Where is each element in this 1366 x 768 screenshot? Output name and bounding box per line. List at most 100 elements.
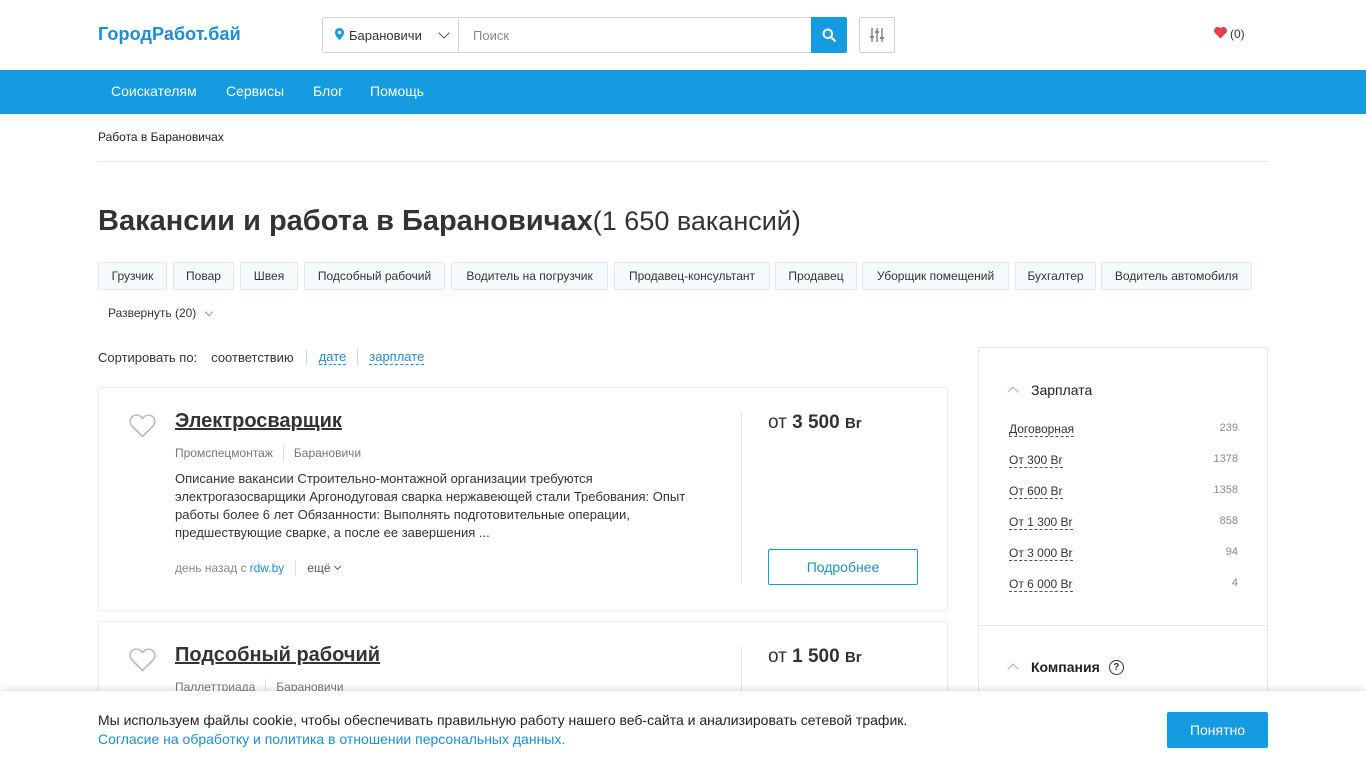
salary-filter-title: Зарплата xyxy=(1031,382,1093,398)
help-icon[interactable]: ? xyxy=(1108,659,1124,675)
salary-filter-count: 239 xyxy=(1219,422,1238,434)
salary-filter-option: От 6 000 Br 4 xyxy=(1009,577,1238,592)
chevron-down-icon xyxy=(205,307,214,316)
tag-handyman[interactable]: Подсобный рабочий xyxy=(304,262,445,290)
chevron-down-icon xyxy=(333,562,341,571)
company-name: Промспецмонтаж xyxy=(175,446,273,460)
divider xyxy=(295,560,297,576)
site-logo[interactable]: ГородРабот.бай xyxy=(98,24,241,45)
vacancy-city: Барановичи xyxy=(293,446,362,460)
sort-by-date[interactable]: дате xyxy=(318,349,347,365)
search-button[interactable] xyxy=(811,17,847,53)
nav-item-seekers[interactable]: Соискателям xyxy=(111,83,197,99)
salary-filter-link[interactable]: От 1 300 Br xyxy=(1009,515,1073,530)
source-link[interactable]: rdw.by xyxy=(250,561,285,575)
favorites-count: (0) xyxy=(1230,27,1245,41)
vacancy-salary: от 1 500 Br xyxy=(768,646,862,668)
salary-value: 1 500 xyxy=(792,646,840,667)
tag-forklift-driver[interactable]: Водитель на погрузчик xyxy=(451,262,608,290)
salary-filter-count: 1358 xyxy=(1213,484,1238,496)
popular-tags: Грузчик Повар Швея Подсобный рабочий Вод… xyxy=(98,262,1268,290)
vacancy-count: (1 650 вакансий) xyxy=(592,206,801,236)
sort-by-salary[interactable]: зарплате xyxy=(369,349,425,365)
sort-label: Сортировать по: xyxy=(98,349,198,365)
chevron-down-icon xyxy=(438,27,450,39)
expand-tags-button[interactable]: Развернуть (20) xyxy=(108,306,214,320)
vacancy-title[interactable]: Подсобный рабочий xyxy=(175,644,380,667)
search-bar: Барановичи xyxy=(322,17,847,53)
cookie-text: Мы используем файлы cookie, чтобы обеспе… xyxy=(98,712,908,728)
divider xyxy=(282,445,284,461)
salary-filter-link[interactable]: От 3 000 Br xyxy=(1009,546,1073,561)
salary-filter-link[interactable]: Договорная xyxy=(1009,422,1075,437)
salary-filter-option: От 3 000 Br 94 xyxy=(1009,546,1238,561)
search-input[interactable] xyxy=(459,18,811,52)
salary-filter-link[interactable]: От 300 Br xyxy=(1009,453,1063,468)
tag-car-driver[interactable]: Водитель автомобиля xyxy=(1101,262,1252,290)
vacancy-title[interactable]: Электросварщик xyxy=(175,410,342,433)
tag-sales-consultant[interactable]: Продавец-консультант xyxy=(614,262,770,290)
vacancy-salary: от 3 500 Br xyxy=(768,412,862,434)
search-icon xyxy=(822,28,836,42)
salary-prefix: от xyxy=(768,412,787,433)
filters-button[interactable] xyxy=(859,17,895,53)
nav-item-blog[interactable]: Блог xyxy=(313,83,343,99)
tag-salesperson[interactable]: Продавец xyxy=(775,262,857,290)
main-nav: Соискателям Сервисы Блог Помощь xyxy=(0,70,1366,114)
salary-value: 3 500 xyxy=(792,412,840,433)
salary-currency: Br xyxy=(844,415,862,432)
posted-time: день назад с xyxy=(175,561,247,575)
sliders-icon xyxy=(870,28,884,42)
cookie-banner: Мы используем файлы cookie, чтобы обеспе… xyxy=(0,691,1366,768)
salary-filter-count: 1378 xyxy=(1213,453,1238,465)
page-title-text: Вакансии и работа в Барановичах xyxy=(98,205,593,237)
vacancy-footer: день назад с rdw.by ещё xyxy=(175,560,341,576)
cookie-accept-button[interactable]: Понятно xyxy=(1167,712,1268,748)
heart-outline-icon xyxy=(129,648,156,672)
more-button[interactable]: ещё xyxy=(307,561,341,575)
vacancy-card: Электросварщик Промспецмонтаж Барановичи… xyxy=(98,387,948,611)
salary-filter-option: От 600 Br 1358 xyxy=(1009,484,1238,499)
tag-loader[interactable]: Грузчик xyxy=(98,262,167,290)
chevron-up-icon xyxy=(1007,663,1019,675)
details-button[interactable]: Подробнее xyxy=(768,549,918,585)
site-header: ГородРабот.бай Барановичи (0) xyxy=(0,0,1366,70)
divider xyxy=(979,625,1267,626)
tag-cleaner[interactable]: Уборщик помещений xyxy=(862,262,1009,290)
nav-item-help[interactable]: Помощь xyxy=(370,83,424,99)
salary-filter-header[interactable]: Зарплата xyxy=(1007,382,1093,398)
salary-filter-link[interactable]: От 6 000 Br xyxy=(1009,577,1073,592)
salary-filter-count: 4 xyxy=(1231,577,1238,589)
divider xyxy=(98,161,1268,162)
divider xyxy=(741,412,742,584)
sort-controls: Сортировать по: соответствию дате зарпла… xyxy=(98,348,425,366)
divider xyxy=(357,348,359,366)
favorite-toggle[interactable] xyxy=(129,648,156,677)
favorites-link[interactable]: (0) xyxy=(1214,27,1245,41)
salary-filter-count: 94 xyxy=(1225,546,1238,558)
tag-accountant[interactable]: Бухгалтер xyxy=(1015,262,1096,290)
page-title: Вакансии и работа в Барановичах(1 650 ва… xyxy=(98,205,801,238)
tag-cook[interactable]: Повар xyxy=(173,262,234,290)
heart-outline-icon xyxy=(129,414,156,438)
tag-seamstress[interactable]: Швея xyxy=(240,262,298,290)
city-select[interactable]: Барановичи xyxy=(323,18,459,52)
nav-item-services[interactable]: Сервисы xyxy=(226,83,284,99)
city-select-value: Барановичи xyxy=(349,27,422,43)
company-filter-header[interactable]: Компания ? xyxy=(1007,659,1124,675)
favorite-toggle[interactable] xyxy=(129,414,156,443)
company-filter-title: Компания xyxy=(1031,659,1100,675)
salary-filter-link[interactable]: От 600 Br xyxy=(1009,484,1063,499)
chevron-up-icon xyxy=(1007,386,1019,398)
more-label: ещё xyxy=(307,561,331,575)
salary-filter-option: От 300 Br 1378 xyxy=(1009,453,1238,468)
salary-prefix: от xyxy=(768,646,787,667)
vacancy-description: Описание вакансии Строительно-монтажной … xyxy=(175,471,686,540)
expand-tags-label: Развернуть (20) xyxy=(108,306,197,320)
salary-currency: Br xyxy=(844,649,862,666)
salary-filter-option: От 1 300 Br 858 xyxy=(1009,515,1238,530)
breadcrumb[interactable]: Работа в Барановичах xyxy=(98,130,224,144)
heart-icon xyxy=(1214,27,1227,41)
privacy-policy-link[interactable]: Согласие на обработку и политика в отнош… xyxy=(98,730,565,749)
location-pin-icon xyxy=(335,27,344,43)
